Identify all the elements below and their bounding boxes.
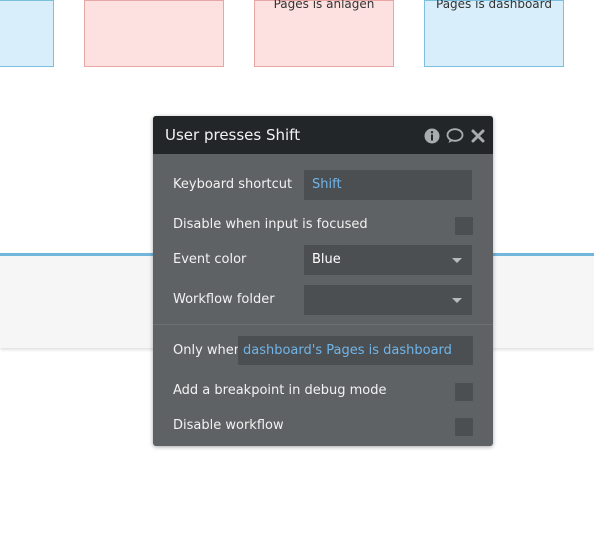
canvas-card-2[interactable] <box>84 0 224 67</box>
only-when-label: Only when <box>173 343 243 358</box>
disable-workflow-row: Disable workflow <box>173 411 473 441</box>
keyboard-shortcut-field[interactable]: Shift <box>304 170 472 200</box>
canvas-card-1[interactable] <box>0 0 54 67</box>
disable-when-focused-checkbox[interactable] <box>455 217 473 235</box>
only-when-condition-field[interactable]: dashboard's Pages is dashboard <box>238 336 473 365</box>
canvas-card-3[interactable]: Pages is anlagen <box>254 0 394 67</box>
info-icon[interactable] <box>423 127 441 145</box>
chevron-down-icon <box>452 298 462 303</box>
event-properties-panel: User presses Shift Keyboard shortcut Shi… <box>153 116 493 446</box>
header-icons <box>423 127 487 145</box>
event-color-value: Blue <box>312 252 341 267</box>
breakpoint-checkbox[interactable] <box>455 383 473 401</box>
keyboard-shortcut-value: Shift <box>312 177 342 192</box>
panel-header: User presses Shift <box>153 116 493 154</box>
event-color-dropdown[interactable]: Blue <box>304 245 472 275</box>
canvas-card-3-label: Pages is anlagen <box>273 0 375 11</box>
keyboard-shortcut-row: Keyboard shortcut Shift <box>173 170 473 200</box>
canvas-card-4-label: Pages is dashboard <box>436 0 552 11</box>
workflow-folder-row: Workflow folder <box>173 285 473 315</box>
chevron-down-icon <box>452 258 462 263</box>
canvas-card-4[interactable]: Pages is dashboard <box>424 0 564 67</box>
workflow-folder-label: Workflow folder <box>173 292 275 307</box>
section-divider <box>153 324 493 325</box>
comment-icon[interactable] <box>446 127 464 145</box>
keyboard-shortcut-label: Keyboard shortcut <box>173 177 293 192</box>
panel-title: User presses Shift <box>165 126 301 144</box>
event-color-row: Event color Blue <box>173 245 473 275</box>
disable-when-focused-label: Disable when input is focused <box>173 217 368 232</box>
only-when-row: Only when dashboard's Pages is dashboard <box>173 336 473 366</box>
only-when-value: dashboard's Pages is dashboard <box>243 343 452 358</box>
disable-workflow-label: Disable workflow <box>173 418 284 433</box>
breakpoint-row: Add a breakpoint in debug mode <box>173 376 473 406</box>
workflow-folder-dropdown[interactable] <box>304 285 472 315</box>
event-color-label: Event color <box>173 252 247 267</box>
disable-workflow-checkbox[interactable] <box>455 418 473 436</box>
close-icon[interactable] <box>469 127 487 145</box>
breakpoint-label: Add a breakpoint in debug mode <box>173 383 387 398</box>
disable-when-focused-row: Disable when input is focused <box>173 210 473 240</box>
